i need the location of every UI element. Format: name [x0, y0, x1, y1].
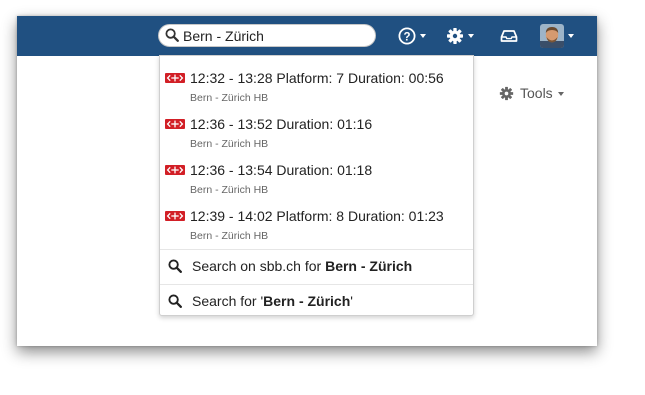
search-suggestions-dropdown: 12:32 - 13:28 Platform: 7 Duration: 00:5… [159, 55, 474, 316]
sbb-logo-icon [165, 211, 185, 221]
connection-route: Bern - Zürich HB [190, 230, 269, 242]
chevron-down-icon [557, 91, 564, 96]
question-circle-icon: ? [398, 27, 416, 45]
search-general-action[interactable]: Search for 'Bern - Zürich' [160, 285, 473, 317]
connection-title: 12:36 - 13:52 Duration: 01:16 [190, 116, 373, 132]
settings-menu-button[interactable] [446, 25, 474, 47]
sbb-logo-icon [165, 73, 185, 83]
connection-route: Bern - Zürich HB [190, 92, 269, 104]
svg-text:?: ? [403, 31, 410, 43]
sbb-logo-icon [165, 165, 185, 175]
connection-result[interactable]: 12:36 - 13:54 Duration: 01:18 Bern - Zür… [160, 158, 473, 204]
connection-title: 12:32 - 13:28 Platform: 7 Duration: 00:5… [190, 70, 444, 86]
inbox-button[interactable] [500, 25, 518, 47]
connection-result[interactable]: 12:36 - 13:52 Duration: 01:16 Bern - Zür… [160, 112, 473, 158]
chevron-down-icon [468, 34, 474, 38]
gear-icon [499, 86, 514, 100]
search-query: Bern - Zürich [263, 293, 351, 309]
app-window: ? [17, 16, 597, 346]
search-box[interactable] [158, 24, 376, 47]
chevron-down-icon [420, 34, 426, 38]
search-sbb-label: Search on sbb.ch for Bern - Zürich [192, 258, 413, 274]
sbb-logo-icon [165, 119, 185, 129]
tools-label: Tools [520, 85, 553, 101]
connection-result[interactable]: 12:39 - 14:02 Platform: 8 Duration: 01:2… [160, 204, 473, 250]
search-icon [168, 294, 182, 308]
connection-result[interactable]: 12:32 - 13:28 Platform: 7 Duration: 00:5… [160, 66, 473, 112]
top-navigation-bar: ? [17, 16, 597, 56]
connection-route: Bern - Zürich HB [190, 138, 269, 150]
connection-title: 12:36 - 13:54 Duration: 01:18 [190, 162, 373, 178]
user-avatar [540, 24, 564, 48]
chevron-down-icon [568, 34, 574, 38]
search-icon [168, 259, 182, 273]
search-input[interactable] [183, 26, 368, 45]
search-icon [165, 28, 179, 42]
connection-title: 12:39 - 14:02 Platform: 8 Duration: 01:2… [190, 208, 444, 224]
user-menu-button[interactable] [540, 24, 574, 48]
connection-route: Bern - Zürich HB [190, 184, 269, 196]
search-query: Bern - Zürich [325, 258, 413, 274]
tools-menu-button[interactable]: Tools [499, 85, 564, 101]
help-menu-button[interactable]: ? [398, 25, 426, 47]
gear-icon [447, 28, 463, 44]
inbox-tray-icon [500, 30, 518, 42]
search-sbb-action[interactable]: Search on sbb.ch for Bern - Zürich [160, 250, 473, 282]
search-general-label: Search for 'Bern - Zürich' [192, 293, 353, 309]
